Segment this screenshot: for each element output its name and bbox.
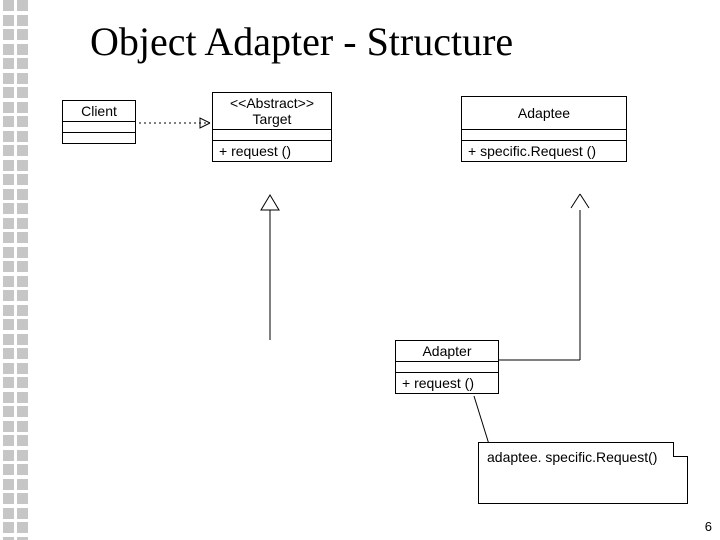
- target-stereotype: <<Abstract>>: [217, 95, 327, 111]
- adaptee-empty-attr: [462, 130, 626, 141]
- uml-class-adapter: Adapter + request (): [395, 340, 499, 394]
- uml-class-client: Client: [62, 100, 136, 144]
- adapter-name: Adapter: [396, 341, 498, 362]
- target-header: <<Abstract>> Target: [213, 93, 331, 130]
- client-name: Client: [63, 101, 135, 122]
- note-text: adaptee. specific.Request(): [487, 449, 657, 465]
- target-method: + request (): [213, 141, 331, 161]
- target-empty-attr: [213, 130, 331, 141]
- adaptee-method: + specific.Request (): [462, 141, 626, 161]
- adaptee-name: Adaptee: [462, 97, 626, 130]
- adapter-method: + request (): [396, 373, 498, 393]
- adapter-empty-attr: [396, 362, 498, 373]
- note-fold-icon: [673, 442, 688, 457]
- uml-class-adaptee: Adaptee + specific.Request (): [461, 96, 627, 162]
- uml-note: adaptee. specific.Request(): [478, 442, 688, 504]
- decorative-strip: [0, 0, 30, 540]
- client-empty-attr: [63, 122, 135, 133]
- client-empty-op: [63, 133, 135, 143]
- page-number: 6: [705, 519, 712, 534]
- uml-class-target: <<Abstract>> Target + request (): [212, 92, 332, 162]
- page-title: Object Adapter - Structure: [90, 18, 513, 65]
- target-name: Target: [217, 111, 327, 127]
